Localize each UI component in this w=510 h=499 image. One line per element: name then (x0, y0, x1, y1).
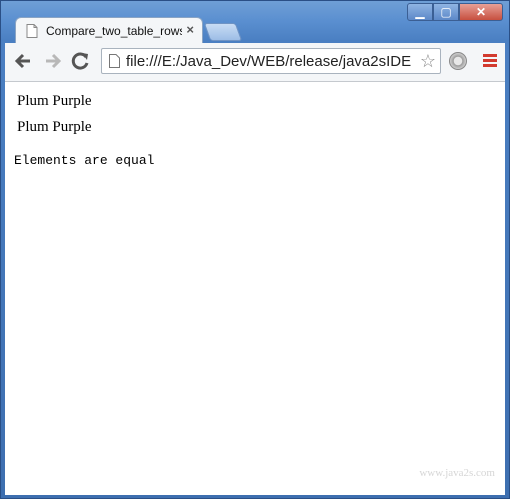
extension-icon[interactable] (449, 52, 467, 70)
table-row: Plum Purple (17, 93, 92, 109)
table-row: Plum Purple (17, 119, 92, 135)
minimize-button[interactable]: ▁ (407, 3, 433, 21)
browser-window: Compare_two_table_rows × ▁ ▢ ✕ file:///E… (0, 0, 510, 499)
back-arrow-icon[interactable] (13, 51, 33, 75)
page-icon (109, 54, 120, 68)
window-controls: ▁ ▢ ✕ (407, 3, 503, 21)
bookmark-star-icon[interactable]: ☆ (420, 51, 436, 71)
watermark: www.java2s.com (419, 467, 495, 479)
address-bar[interactable]: file:///E:/Java_Dev/WEB/release/java2sID… (101, 48, 441, 74)
title-bar: Compare_two_table_rows × ▁ ▢ ✕ (1, 1, 509, 43)
reload-icon[interactable] (71, 51, 91, 75)
output-text: Elements are equal (14, 153, 155, 168)
forward-arrow-icon[interactable] (43, 51, 63, 75)
close-button[interactable]: ✕ (459, 3, 503, 21)
maximize-button[interactable]: ▢ (433, 3, 459, 21)
tab-close-icon[interactable]: × (186, 22, 194, 37)
address-text: file:///E:/Java_Dev/WEB/release/java2sID… (126, 53, 412, 70)
page-icon (26, 23, 38, 38)
tab-title: Compare_two_table_rows (46, 23, 182, 38)
page-content: Plum Purple Plum Purple Elements are equ… (5, 82, 505, 495)
browser-toolbar: file:///E:/Java_Dev/WEB/release/java2sID… (5, 43, 505, 82)
active-tab[interactable]: Compare_two_table_rows × (15, 17, 203, 43)
hamburger-menu-icon[interactable] (483, 54, 497, 69)
new-tab-button[interactable] (203, 23, 243, 41)
